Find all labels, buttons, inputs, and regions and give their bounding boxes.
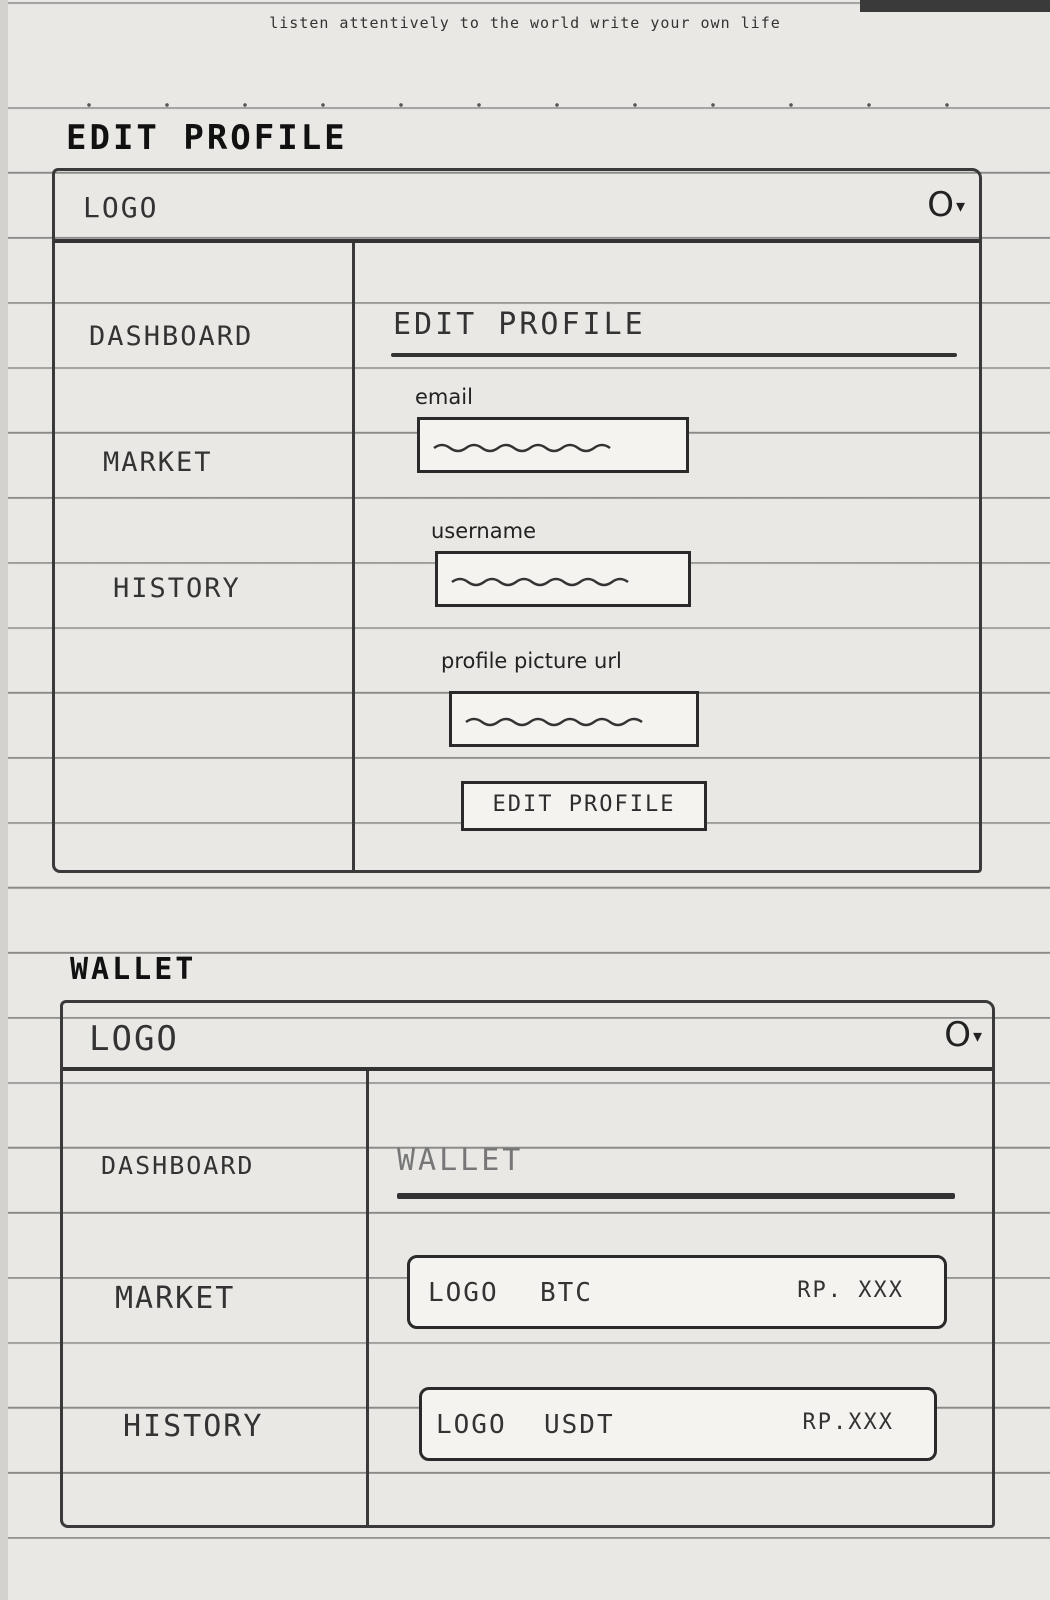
page-motto: listen attentively to the world write yo… [269, 14, 781, 32]
dot-row [50, 102, 1000, 108]
profile-picture-url-label: profile picture url [441, 649, 622, 673]
asset-name: USDT [544, 1410, 615, 1440]
header-logo[interactable]: LOGO [83, 191, 158, 224]
edit-profile-header: LOGO O ▾ [55, 171, 979, 243]
profile-picture-url-value-scribble [465, 717, 643, 727]
email-label: email [415, 385, 473, 409]
user-icon: O [944, 1015, 971, 1055]
sidebar-item-market[interactable]: MARKET [115, 1281, 235, 1316]
profile-picture-url-field[interactable] [449, 691, 699, 747]
sidebar-item-market[interactable]: MARKET [103, 447, 213, 478]
wallet-header: LOGO O ▾ [63, 1003, 992, 1071]
user-menu[interactable]: O ▾ [927, 185, 965, 225]
page-edge [0, 0, 8, 1600]
edit-profile-frame: LOGO O ▾ DASHBOARD MARKET HISTORY EDIT PR… [52, 168, 982, 873]
edit-profile-sidebar: DASHBOARD MARKET HISTORY [55, 243, 355, 870]
asset-logo: LOGO [428, 1278, 499, 1308]
user-menu[interactable]: O ▾ [944, 1015, 982, 1055]
username-value-scribble [451, 577, 629, 587]
edit-profile-content-title: EDIT PROFILE [393, 307, 646, 342]
asset-name: BTC [540, 1278, 593, 1308]
chevron-down-icon: ▾ [955, 196, 965, 217]
edit-profile-button[interactable]: EDIT PROFILE [461, 781, 707, 831]
sidebar-item-dashboard[interactable]: DASHBOARD [89, 321, 253, 352]
wallet-frame: LOGO O ▾ DASHBOARD MARKET HISTORY WALLET … [60, 1000, 995, 1528]
sidebar-item-dashboard[interactable]: DASHBOARD [101, 1151, 254, 1180]
wallet-section-title: WALLET [70, 952, 197, 987]
asset-card-usdt[interactable]: LOGO USDT RP.XXX [419, 1387, 937, 1461]
asset-amount: RP.XXX [802, 1410, 894, 1435]
asset-logo: LOGO [436, 1410, 507, 1440]
title-underline [391, 353, 957, 357]
asset-amount: RP. XXX [797, 1278, 904, 1303]
user-icon: O [927, 185, 954, 225]
wallet-sidebar: DASHBOARD MARKET HISTORY [63, 1071, 369, 1525]
edit-profile-section-title: EDIT PROFILE [66, 118, 348, 158]
binding-strip [860, 0, 1050, 12]
sidebar-item-history[interactable]: HISTORY [123, 1409, 263, 1444]
wallet-content-title: WALLET [397, 1143, 524, 1178]
title-underline [397, 1193, 955, 1199]
asset-card-btc[interactable]: LOGO BTC RP. XXX [407, 1255, 947, 1329]
chevron-down-icon: ▾ [972, 1026, 982, 1047]
header-logo[interactable]: LOGO [89, 1019, 179, 1059]
email-value-scribble [433, 443, 611, 453]
email-field[interactable] [417, 417, 689, 473]
sidebar-item-history[interactable]: HISTORY [113, 573, 241, 604]
username-field[interactable] [435, 551, 691, 607]
username-label: username [431, 519, 536, 543]
